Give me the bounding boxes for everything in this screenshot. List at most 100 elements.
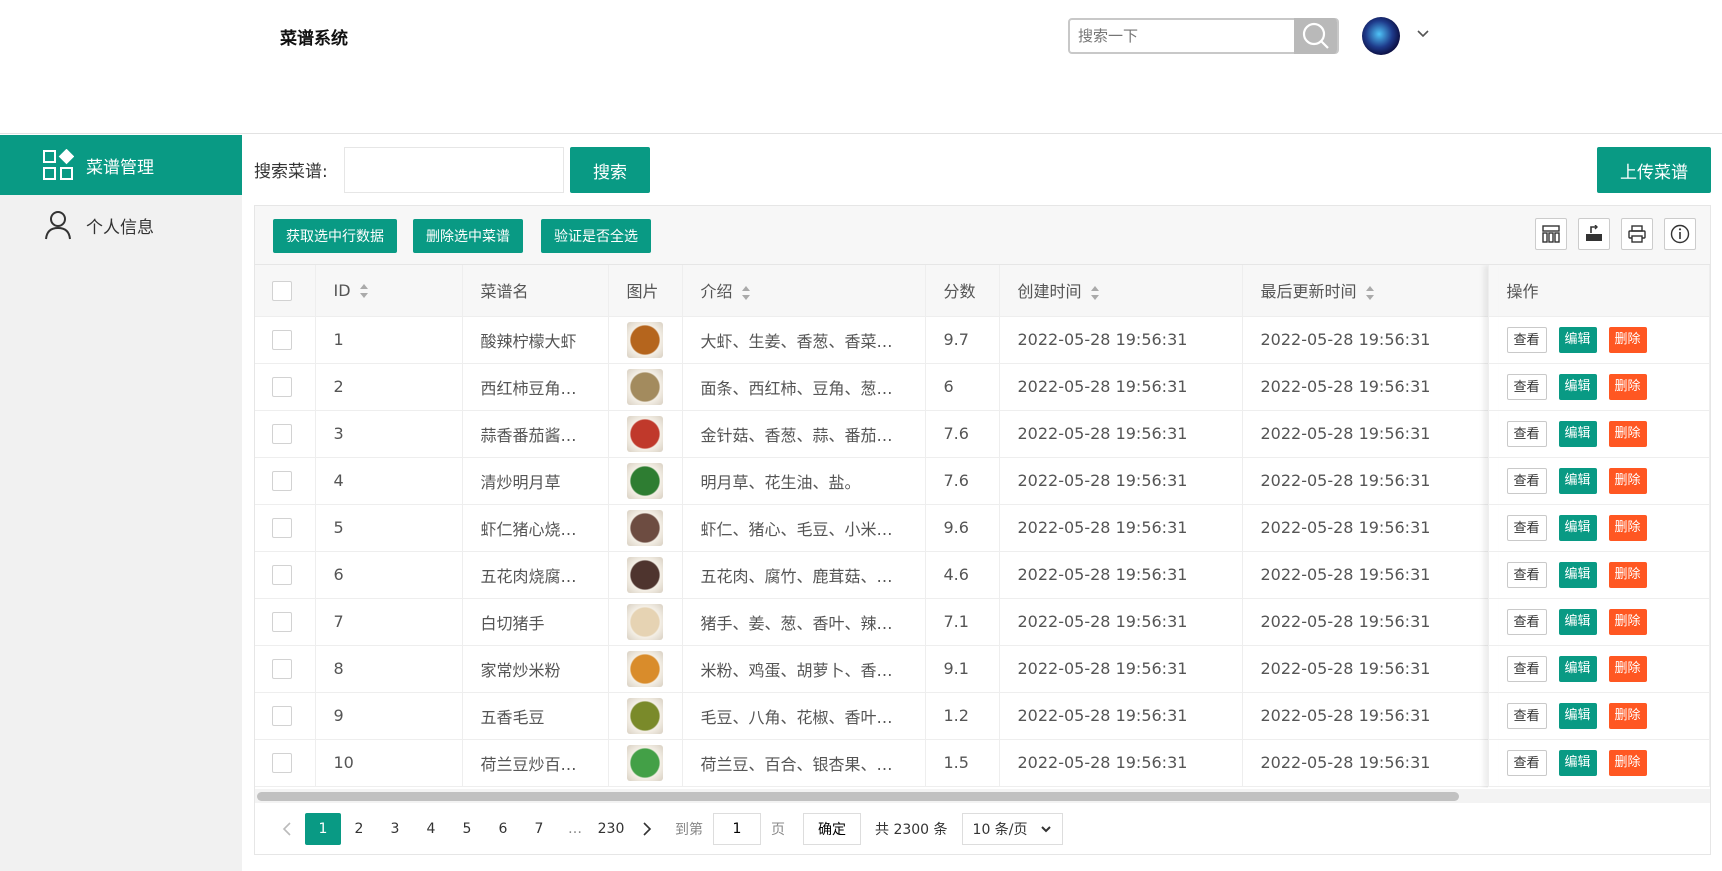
delete-button[interactable]: 删除 [1608, 373, 1647, 400]
page-number[interactable]: 3 [377, 813, 413, 845]
next-page-icon[interactable] [629, 813, 665, 845]
sort-icon[interactable] [1090, 285, 1100, 301]
page-last[interactable]: 230 [593, 813, 629, 845]
delete-button[interactable]: 删除 [1608, 749, 1647, 776]
table-row[interactable]: 5 虾仁猪心烧… 虾仁、猪心、毛豆、小米… 9.6 2022-05-28 19:56:3… [255, 504, 1710, 552]
col-id[interactable]: ID [315, 265, 463, 317]
recipe-image[interactable] [626, 650, 663, 687]
table-row[interactable]: 8 家常炒米粉 米粉、鸡蛋、胡萝卜、香… 9.1 2022-05-28 19:56:31… [255, 645, 1710, 693]
recipe-search-input[interactable] [344, 147, 564, 193]
horizontal-scrollbar[interactable] [255, 789, 1710, 803]
edit-button[interactable]: 编辑 [1558, 514, 1597, 541]
view-button[interactable]: 查看 [1506, 514, 1547, 541]
get-selected-button[interactable]: 获取选中行数据 [273, 219, 397, 253]
row-checkbox[interactable] [272, 376, 292, 397]
view-button[interactable]: 查看 [1506, 373, 1547, 400]
recipe-image[interactable] [626, 321, 663, 358]
export-icon[interactable] [1578, 218, 1610, 250]
check-all-button[interactable]: 验证是否全选 [541, 219, 651, 253]
recipe-image[interactable] [626, 697, 663, 734]
recipe-image[interactable] [626, 462, 663, 499]
view-button[interactable]: 查看 [1506, 702, 1547, 729]
table-row[interactable]: 9 五香毛豆 毛豆、八角、花椒、香叶… 1.2 2022-05-28 19:56:31 2… [255, 692, 1710, 740]
delete-button[interactable]: 删除 [1608, 561, 1647, 588]
delete-button[interactable]: 删除 [1608, 608, 1647, 635]
sort-icon[interactable] [741, 285, 751, 301]
table-row[interactable]: 2 西红柿豆角… 面条、西红柿、豆角、葱… 6 2022-05-28 19:56:31 2… [255, 363, 1710, 411]
delete-button[interactable]: 删除 [1608, 467, 1647, 494]
table-row[interactable]: 10 荷兰豆炒百… 荷兰豆、百合、银杏果、… 1.5 2022-05-28 19:56:… [255, 739, 1710, 787]
scrollbar-thumb[interactable] [257, 792, 1459, 801]
view-button[interactable]: 查看 [1506, 467, 1547, 494]
view-button[interactable]: 查看 [1506, 608, 1547, 635]
row-checkbox[interactable] [272, 752, 292, 773]
view-button[interactable]: 查看 [1506, 420, 1547, 447]
row-checkbox[interactable] [272, 423, 292, 444]
upload-recipe-button[interactable]: 上传菜谱 [1597, 147, 1711, 193]
goto-confirm-button[interactable]: 确定 [803, 813, 861, 845]
row-checkbox[interactable] [272, 470, 292, 491]
avatar[interactable] [1362, 17, 1400, 55]
delete-button[interactable]: 删除 [1608, 514, 1647, 541]
delete-selected-button[interactable]: 删除选中菜谱 [413, 219, 523, 253]
global-search-button[interactable] [1294, 18, 1337, 54]
edit-button[interactable]: 编辑 [1558, 608, 1597, 635]
prev-page-icon[interactable] [269, 813, 305, 845]
table-row[interactable]: 4 清炒明月草 明月草、花生油、盐。 7.6 2022-05-28 19:56:31 20… [255, 457, 1710, 505]
view-button[interactable]: 查看 [1506, 749, 1547, 776]
row-checkbox[interactable] [272, 611, 292, 632]
row-checkbox[interactable] [272, 517, 292, 538]
recipe-image[interactable] [626, 556, 663, 593]
page-size-select[interactable]: 10 条/页 [961, 813, 1063, 845]
page-number[interactable]: 5 [449, 813, 485, 845]
goto-page-input[interactable] [713, 813, 761, 845]
recipe-image[interactable] [626, 509, 663, 546]
page-number[interactable]: 2 [341, 813, 377, 845]
select-all-checkbox[interactable] [272, 280, 292, 301]
page-number[interactable]: 7 [521, 813, 557, 845]
delete-button[interactable]: 删除 [1608, 702, 1647, 729]
page-number[interactable]: 1 [305, 813, 341, 845]
table-row[interactable]: 1 酸辣柠檬大虾 大虾、生姜、香葱、香菜… 9.7 2022-05-28 19:56:3… [255, 316, 1710, 364]
info-icon[interactable] [1664, 218, 1696, 250]
recipe-image[interactable] [626, 603, 663, 640]
col-intro[interactable]: 介绍 [682, 265, 926, 317]
sort-icon[interactable] [359, 283, 369, 299]
recipe-image[interactable] [626, 415, 663, 452]
row-checkbox[interactable] [272, 658, 292, 679]
row-checkbox[interactable] [272, 564, 292, 585]
view-button[interactable]: 查看 [1506, 561, 1547, 588]
global-search-input[interactable] [1070, 20, 1294, 52]
edit-button[interactable]: 编辑 [1558, 561, 1597, 588]
recipe-image[interactable] [626, 368, 663, 405]
edit-button[interactable]: 编辑 [1558, 373, 1597, 400]
table-row[interactable]: 7 白切猪手 猪手、姜、葱、香叶、辣… 7.1 2022-05-28 19:56:31 2… [255, 598, 1710, 646]
chevron-down-icon[interactable] [1416, 27, 1430, 41]
edit-button[interactable]: 编辑 [1558, 420, 1597, 447]
sort-icon[interactable] [1365, 285, 1375, 301]
delete-button[interactable]: 删除 [1608, 420, 1647, 447]
table-row[interactable]: 6 五花肉烧腐… 五花肉、腐竹、鹿茸菇、… 4.6 2022-05-28 19:56:3… [255, 551, 1710, 599]
page-number[interactable]: 6 [485, 813, 521, 845]
edit-button[interactable]: 编辑 [1558, 655, 1597, 682]
col-created[interactable]: 创建时间 [999, 265, 1243, 317]
edit-button[interactable]: 编辑 [1558, 749, 1597, 776]
edit-button[interactable]: 编辑 [1558, 467, 1597, 494]
view-button[interactable]: 查看 [1506, 326, 1547, 353]
search-button[interactable]: 搜索 [570, 147, 650, 193]
view-button[interactable]: 查看 [1506, 655, 1547, 682]
recipe-image[interactable] [626, 744, 663, 781]
row-checkbox[interactable] [272, 705, 292, 726]
row-checkbox[interactable] [272, 329, 292, 350]
delete-button[interactable]: 删除 [1608, 326, 1647, 353]
columns-icon[interactable] [1535, 218, 1567, 250]
print-icon[interactable] [1621, 218, 1653, 250]
table-row[interactable]: 3 蒜香番茄酱… 金针菇、香葱、蒜、番茄… 7.6 2022-05-28 19:56:3… [255, 410, 1710, 458]
delete-button[interactable]: 删除 [1608, 655, 1647, 682]
edit-button[interactable]: 编辑 [1558, 702, 1597, 729]
edit-button[interactable]: 编辑 [1558, 326, 1597, 353]
page-number[interactable]: 4 [413, 813, 449, 845]
sidebar-item-profile[interactable]: 个人信息 [0, 195, 242, 255]
sidebar-item-recipes[interactable]: 菜谱管理 [0, 135, 242, 195]
col-updated[interactable]: 最后更新时间 [1242, 265, 1489, 317]
